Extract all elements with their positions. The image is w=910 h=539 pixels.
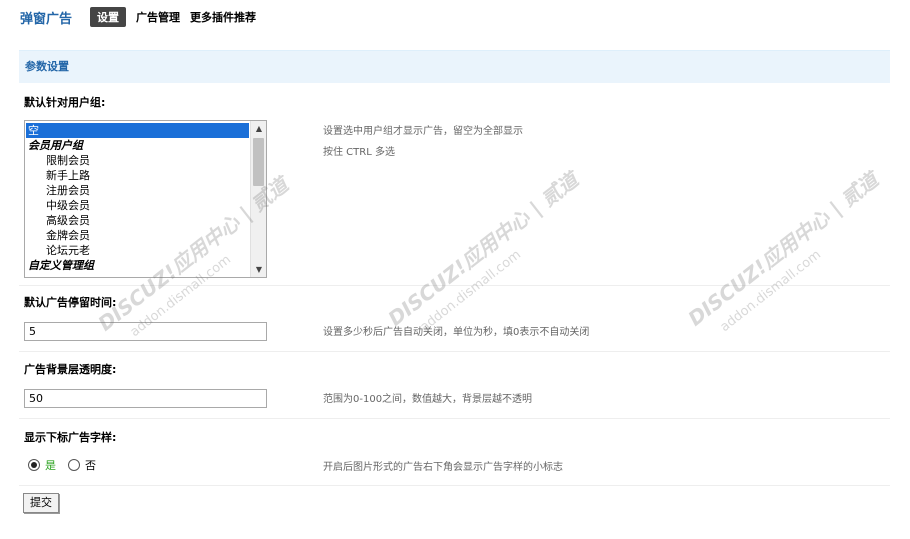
tab-more-plugins[interactable]: 更多插件推荐 <box>190 9 256 25</box>
section-header: 参数设置 <box>19 50 890 83</box>
user-groups-desc-line2: 按住 CTRL 多选 <box>323 147 395 158</box>
divider <box>19 351 890 352</box>
radio-yes-label[interactable]: 是 <box>45 457 56 473</box>
listbox-option[interactable]: 限制会员 <box>26 153 249 168</box>
listbox-option[interactable]: 论坛元老 <box>26 243 249 258</box>
divider <box>19 285 890 286</box>
listbox-optgroup: 会员用户组 <box>28 139 83 152</box>
scroll-thumb[interactable] <box>253 138 264 186</box>
watermark-line1: DISCUZ!应用中心 | 贰道 <box>683 170 880 331</box>
user-groups-label: 默认针对用户组: <box>24 96 106 109</box>
show-mark-label: 显示下标广告字样: <box>24 431 117 444</box>
user-groups-listbox[interactable]: 空会员用户组 限制会员 新手上路 注册会员 中级会员 高级会员 金牌会员 论坛元老 自定义管理组… <box>24 120 267 278</box>
radio-no[interactable] <box>68 459 80 471</box>
listbox-option[interactable]: 高级会员 <box>26 213 249 228</box>
tab-ad-management[interactable]: 广告管理 <box>136 9 180 25</box>
watermark-line2: addon.dismall.com <box>718 247 824 335</box>
watermark-line1: DISCUZ!应用中心 | 贰道 <box>383 170 580 331</box>
user-groups-desc: 设置选中用户组才显示广告，留空为全部显示 按住 CTRL 多选 <box>323 121 523 163</box>
listbox-option[interactable]: 空 <box>26 123 249 138</box>
listbox-option[interactable]: 中级会员 <box>26 198 249 213</box>
opacity-input[interactable]: 50 <box>24 389 267 408</box>
listbox-scrollbar[interactable]: ▲ ▼ <box>250 121 266 277</box>
scroll-down-icon[interactable]: ▼ <box>251 262 266 277</box>
user-groups-options: 空会员用户组 限制会员 新手上路 注册会员 中级会员 高级会员 金牌会员 论坛元老 自定义管理组 <box>26 123 249 273</box>
plugin-title: 弹窗广告 <box>20 11 73 27</box>
opacity-label: 广告背景层透明度: <box>24 363 117 376</box>
stay-time-input[interactable]: 5 <box>24 322 267 341</box>
listbox-option[interactable]: 注册会员 <box>26 183 249 198</box>
scroll-up-icon[interactable]: ▲ <box>251 121 266 136</box>
radio-no-label[interactable]: 否 <box>85 457 96 473</box>
top-nav: 弹窗广告 设置 广告管理 更多插件推荐 <box>20 6 266 28</box>
watermark-logo: DISCUZ!应用中心 | 贰道 addon.dismall.com <box>683 170 880 335</box>
listbox-option[interactable]: 金牌会员 <box>26 228 249 243</box>
radio-yes[interactable] <box>28 459 40 471</box>
divider <box>19 418 890 419</box>
stay-time-label: 默认广告停留时间: <box>24 296 117 309</box>
user-groups-desc-line1: 设置选中用户组才显示广告，留空为全部显示 <box>323 126 523 137</box>
opacity-desc: 范围为0-100之间，数值越大，背景层越不透明 <box>323 394 533 405</box>
stay-time-desc: 设置多少秒后广告自动关闭，单位为秒，填0表示不自动关闭 <box>323 327 590 338</box>
show-mark-radio-group: 是 否 <box>28 457 96 473</box>
tab-settings[interactable]: 设置 <box>90 7 127 27</box>
listbox-optgroup: 自定义管理组 <box>28 259 94 272</box>
show-mark-desc: 开启后图片形式的广告右下角会显示广告字样的小标志 <box>323 462 563 473</box>
listbox-option[interactable]: 新手上路 <box>26 168 249 183</box>
submit-button[interactable]: 提交 <box>23 493 59 513</box>
divider <box>19 485 890 486</box>
